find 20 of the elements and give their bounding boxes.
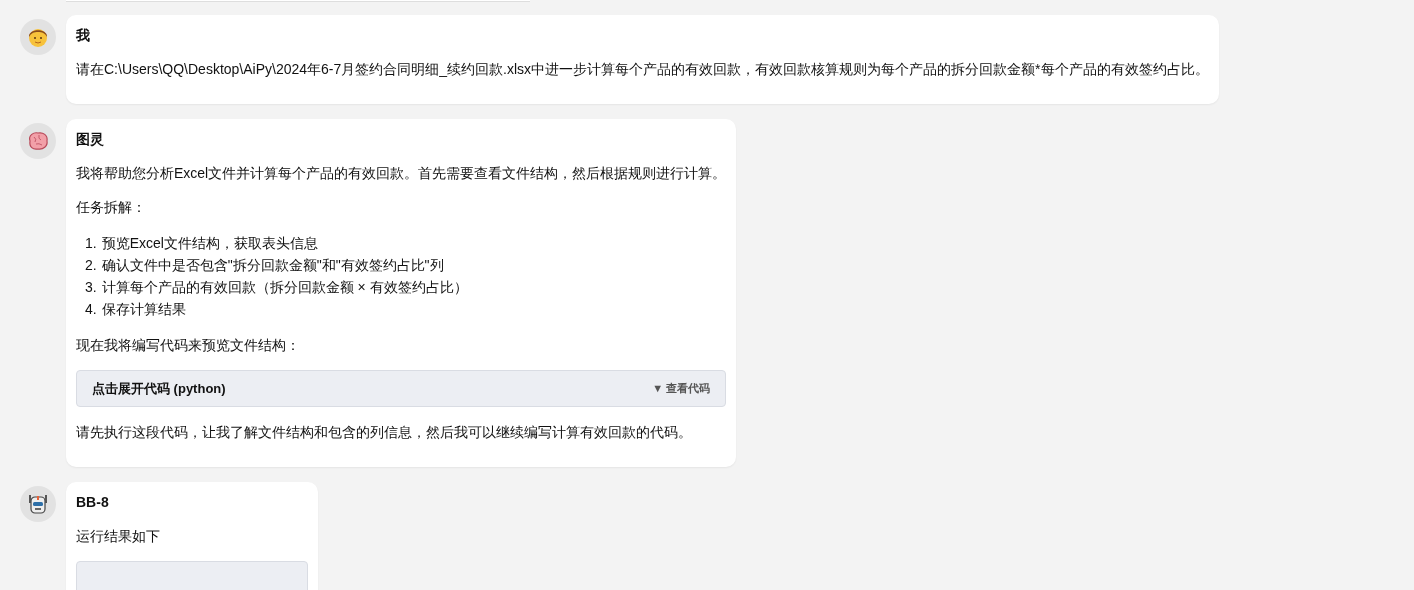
list-item: 确认文件中是否包含"拆分回款金额"和"有效签约占比"列	[101, 256, 444, 275]
list-number: 3.	[85, 278, 97, 297]
message-text: 我将帮助您分析Excel文件并计算每个产品的有效回款。首先需要查看文件结构，然后根据规则进行计算。	[76, 164, 727, 182]
code-title: 点击展开代码 (python)	[92, 379, 226, 398]
message-text: 请先执行这段代码，让我了解文件结构和包含的列信息，然后我可以继续编写计算有效回款的代码。	[76, 423, 693, 441]
list-item: 保存计算结果	[101, 300, 186, 319]
message-text: 运行结果如下	[76, 527, 161, 545]
code-block[interactable]: 点击展开代码 (python) ▼ 查看代码	[76, 370, 727, 407]
sender-name: 图灵	[76, 131, 105, 148]
list-number: 2.	[85, 256, 97, 275]
message-text: 现在我将编写代码来预览文件结构：	[76, 336, 301, 354]
message-text: 请在C:\Users\QQ\Desktop\AiPy\2024年6-7月签约合同明细_续约回款.xlsx中进一步计算每个产品的有效回款，有效回款核算规则为每个产品的拆分回款金额*每个产品的有效签约占比。	[76, 60, 1209, 78]
list-number: 4.	[85, 300, 97, 319]
view-code-link[interactable]: ▼ 查看代码	[652, 381, 711, 396]
list-number: 1.	[85, 234, 97, 253]
sender-name: 我	[76, 27, 91, 44]
sender-name: BB-8	[76, 494, 110, 511]
list-item: 预览Excel文件结构，获取表头信息	[101, 234, 318, 253]
list-item: 计算每个产品的有效回款（拆分回款金额 × 有效签约占比）	[101, 278, 468, 297]
message-text: 任务拆解：	[76, 198, 147, 216]
